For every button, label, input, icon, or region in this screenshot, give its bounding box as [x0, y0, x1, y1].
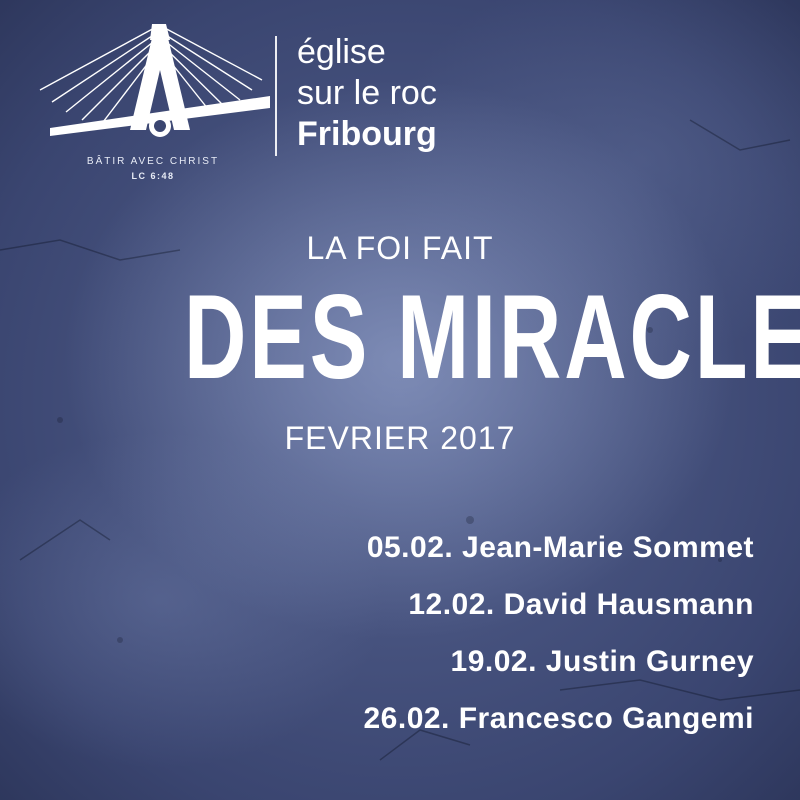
- schedule-item: 05.02. Jean-Marie Sommet: [366, 531, 754, 564]
- church-name-line-1: église: [297, 33, 386, 71]
- church-name-line-3: Fribourg: [297, 115, 437, 153]
- schedule-item: 26.02. Francesco Gangemi: [363, 702, 754, 735]
- logo-tagline: BÂTIR AVEC CHRIST: [86, 156, 220, 167]
- bridge-a-icon: [39, 24, 270, 137]
- schedule-item: 19.02. Justin Gurney: [450, 645, 754, 678]
- church-logo: BÂTIR AVEC CHRIST LC 6:48: [30, 20, 280, 190]
- logo-divider: [275, 36, 277, 156]
- church-name: église sur le roc Fribourg: [297, 32, 437, 155]
- church-name-line-2: sur le roc: [297, 74, 437, 112]
- logo-verse: LC 6:48: [131, 171, 175, 181]
- headline-month: FEVRIER 2017: [284, 420, 516, 456]
- poster: BÂTIR AVEC CHRIST LC 6:48 église sur le …: [0, 0, 800, 800]
- schedule-list: 05.02. Jean-Marie Sommet 12.02. David Ha…: [194, 525, 754, 753]
- headline-kicker: LA FOI FAIT: [306, 230, 494, 266]
- headline-title: DES MIRACLES: [183, 270, 800, 404]
- schedule-item: 12.02. David Hausmann: [408, 588, 754, 621]
